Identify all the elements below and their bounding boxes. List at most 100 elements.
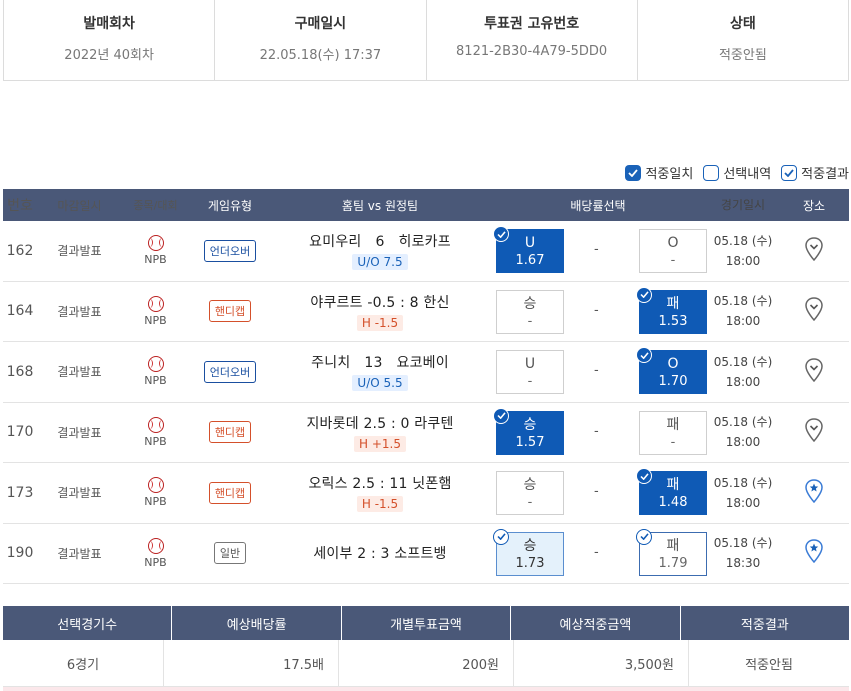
- baseball-icon: [147, 416, 164, 433]
- match-teams: 주니치 13 요코베이: [311, 355, 449, 372]
- row-datetime: 05.18 (수) 18:00: [707, 473, 779, 513]
- odds-draw: -: [594, 484, 599, 499]
- odds-option-value: 1.57: [515, 434, 545, 450]
- game-time: 18:30: [725, 556, 761, 571]
- row-deadline: 결과발표: [57, 304, 102, 319]
- table-row: 168 결과발표 NPB 언더오버 주니치 13 요코베이 U/O 5.5 U - - O 1.70…: [3, 342, 849, 403]
- location-star-icon[interactable]: [805, 478, 823, 503]
- match-teams: 지바롯데 2.5 : 0 라쿠텐: [306, 415, 454, 432]
- location-star-icon[interactable]: [805, 539, 823, 564]
- check-solid-icon: [625, 164, 642, 181]
- summary-body: 6경기 17.5배 200원 3,500원 적중안됨: [3, 640, 849, 687]
- location-pin-icon[interactable]: [805, 297, 823, 322]
- row-number: 164: [6, 303, 34, 320]
- odds-option-away[interactable]: 패 1.53: [636, 286, 707, 334]
- row-number: 190: [6, 545, 34, 562]
- game-type-tag: 언더오버: [203, 239, 257, 262]
- game-type-tag: 핸디캡: [208, 421, 252, 444]
- game-type-tag: 핸디캡: [208, 300, 252, 323]
- legend-hit-label: 적중일치: [645, 167, 694, 182]
- row-league: NPB: [122, 416, 189, 448]
- league-label: NPB: [144, 253, 167, 267]
- odds-draw: -: [594, 423, 599, 439]
- summary-odds: 17.5배: [164, 640, 339, 686]
- odds-draw: -: [594, 363, 599, 378]
- check-icon: [493, 407, 509, 424]
- row-match: 세이부 2 : 3 소프트뱅: [271, 543, 489, 563]
- row-odds: 승 1.73 - 패 1.79: [489, 524, 707, 584]
- summary-game-count: 6경기: [3, 640, 164, 686]
- odds-option-value: 1.79: [658, 555, 688, 571]
- match-line: H -1.5: [356, 314, 404, 331]
- odds-option-home[interactable]: 승-: [496, 289, 564, 334]
- game-date: 05.18 (수): [713, 233, 773, 248]
- game-date: 05.18 (수): [713, 475, 773, 490]
- row-type: 핸디캡: [189, 481, 271, 504]
- legend-selection-label: 선택내역: [723, 167, 772, 182]
- match-line: H +1.5: [354, 435, 406, 452]
- row-match: 오릭스 2.5 : 11 닛폰햄 H -1.5: [271, 473, 489, 513]
- game-time: 18:00: [725, 435, 761, 450]
- summary-bet-amount: 200원: [339, 640, 514, 686]
- table-row: 170 결과발표 NPB 핸디캡 지바롯데 2.5 : 0 라쿠텐 H +1.5 승 1.57…: [3, 403, 849, 463]
- odds-option-away[interactable]: 패 1.48: [636, 468, 707, 515]
- odds-option-home[interactable]: 승-: [496, 471, 564, 515]
- header-type: 게임유형: [207, 198, 253, 213]
- table-row: 190 결과발표 NPB 일반 세이부 2 : 3 소프트뱅 승 1.73- 패 1.79 05.…: [3, 524, 849, 584]
- league-label: NPB: [144, 313, 167, 327]
- match-teams: 오릭스 2.5 : 11 닛폰햄: [308, 476, 452, 493]
- summary-header-cell: 선택경기수: [3, 606, 173, 640]
- bottom-strip: [3, 687, 849, 691]
- odds-option-value: -: [527, 374, 533, 389]
- table-body: 162 결과발표 NPB 언더오버 요미우리 6 히로카프 U/O 7.5 U 1.67- O -…: [3, 221, 849, 584]
- row-league: NPB: [122, 295, 189, 327]
- row-place: [779, 297, 849, 325]
- row-place: [779, 236, 849, 265]
- row-datetime: 05.18 (수) 18:00: [707, 352, 779, 392]
- odds-option-away[interactable]: O-: [639, 229, 707, 273]
- odds-option-label: O: [667, 235, 679, 251]
- odds-option-home[interactable]: 승 1.57: [493, 407, 564, 455]
- location-pin-icon[interactable]: [805, 357, 823, 382]
- odds-option-home[interactable]: U-: [496, 350, 564, 394]
- row-datetime: 05.18 (수) 18:00: [707, 231, 779, 271]
- ticket-info: 발매회차 2022년 40회차 구매일시 22.05.18(수) 17:37 투…: [3, 0, 849, 81]
- summary-expected-win: 3,500원: [514, 640, 689, 686]
- location-pin-icon[interactable]: [805, 236, 823, 261]
- info-round: 발매회차 2022년 40회차: [4, 0, 216, 80]
- header-deadline: 마감일시: [57, 198, 102, 213]
- match-line: H -1.5: [356, 496, 404, 513]
- odds-option-label: 패: [666, 416, 680, 433]
- row-odds: 승 1.57- 패 -: [489, 403, 707, 463]
- match-line: U/O 7.5: [352, 254, 408, 271]
- odds-option-label: 승: [523, 295, 537, 312]
- check-icon: [636, 347, 652, 363]
- odds-option-home[interactable]: U 1.67: [493, 226, 564, 273]
- header-place: 장소: [802, 198, 826, 213]
- odds-option-away[interactable]: 패 1.79: [636, 528, 707, 576]
- odds-option-away[interactable]: O 1.70: [636, 347, 707, 394]
- row-match: 요미우리 6 히로카프 U/O 7.5: [271, 231, 489, 271]
- header-match: 홈팀 vs 원정팀: [341, 198, 419, 213]
- check-icon: [636, 528, 652, 545]
- info-value: 22.05.18(수) 17:37: [259, 48, 382, 63]
- info-value: 2022년 40회차: [64, 48, 154, 63]
- location-pin-icon[interactable]: [805, 418, 823, 443]
- row-odds: U 1.67- O -: [489, 221, 707, 281]
- odds-option-value: 1.73: [515, 555, 545, 571]
- odds-option-label: 승: [523, 477, 537, 493]
- check-outline-icon: [781, 164, 798, 181]
- legend-result: 적중결과: [781, 163, 849, 182]
- odds-option-away[interactable]: 패-: [639, 410, 707, 455]
- row-match: 야쿠르트 -0.5 : 8 한신 H -1.5: [271, 292, 489, 331]
- info-label: 상태: [729, 16, 756, 32]
- row-number: 173: [6, 484, 34, 501]
- header-odds: 배당률선택: [570, 198, 626, 213]
- summary-result: 적중안됨: [745, 657, 793, 673]
- odds-option-home[interactable]: 승 1.73: [493, 528, 564, 576]
- row-odds: U - - O 1.70: [489, 342, 707, 402]
- row-datetime: 05.18 (수) 18:00: [707, 291, 779, 331]
- row-league: NPB: [122, 477, 189, 508]
- odds-option-value: -: [670, 434, 676, 450]
- info-ticket-id: 투표권 고유번호 8121-2B30-4A79-5DD0: [427, 0, 638, 80]
